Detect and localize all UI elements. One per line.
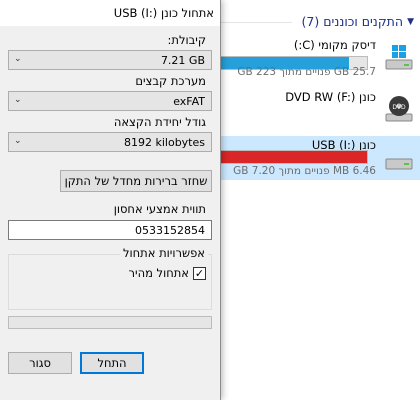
restore-defaults-button[interactable]: שחזר ברירות מחדל של התקן bbox=[60, 170, 212, 192]
volume-label-input-box bbox=[8, 220, 212, 240]
close-button[interactable]: סגור bbox=[8, 352, 72, 374]
explorer-pane: ▼ התקנים וכוננים (7) דיסק מקומי (C:) 25.… bbox=[220, 0, 420, 400]
svg-text:DVD: DVD bbox=[392, 104, 406, 111]
capacity-select[interactable]: 7.21 GB ⌄ bbox=[8, 50, 212, 70]
chevron-down-icon: ⌄ bbox=[14, 54, 22, 64]
section-divider bbox=[220, 22, 292, 23]
drive-item-i[interactable]: כונן USB (I:) 6.46 MB פנויים מתוך 7.20 G… bbox=[220, 136, 420, 180]
drive-item-f[interactable]: DVD כונן DVD RW (F:) bbox=[220, 88, 420, 128]
format-options-group bbox=[8, 254, 212, 310]
filesystem-value: exFAT bbox=[173, 95, 205, 108]
volume-label-label: תווית אמצעי אחסון bbox=[113, 202, 206, 216]
capacity-label: קיבולת: bbox=[167, 33, 206, 47]
section-title: התקנים וכוננים (7) bbox=[301, 14, 404, 29]
allocation-unit-label: גודל יחידת הקצאה bbox=[113, 115, 206, 129]
drive-name: דיסק מקומי (C:) bbox=[293, 38, 376, 52]
format-dialog: אתחול כונן USB (I:) קיבולת: 7.21 GB ⌄ מע… bbox=[0, 0, 221, 400]
dialog-titlebar[interactable]: אתחול כונן USB (I:) bbox=[0, 0, 220, 26]
filesystem-select[interactable]: exFAT ⌄ bbox=[8, 91, 212, 111]
quick-format-option[interactable]: ✓ אתחול מהיר bbox=[129, 266, 206, 280]
volume-label-input[interactable] bbox=[9, 221, 211, 239]
drive-usage-fill bbox=[221, 151, 367, 163]
quick-format-checkbox[interactable]: ✓ bbox=[193, 266, 206, 280]
format-progress-bar bbox=[8, 316, 212, 329]
usb-drive-icon bbox=[384, 142, 414, 172]
allocation-unit-value: 8192 kilobytes bbox=[123, 136, 205, 149]
dialog-title: אתחול כונן USB (I:) bbox=[113, 6, 214, 20]
capacity-value: 7.21 GB bbox=[160, 54, 205, 67]
quick-format-label: אתחול מהיר bbox=[128, 266, 189, 280]
dvd-drive-icon: DVD bbox=[384, 94, 414, 124]
chevron-down-icon: ⌄ bbox=[14, 136, 22, 146]
drive-item-c[interactable]: דיסק מקומי (C:) 25.7 GB פנויים מתוך 223 … bbox=[220, 36, 420, 78]
chevron-down-icon: ▼ bbox=[407, 16, 414, 27]
chevron-down-icon: ⌄ bbox=[14, 95, 22, 105]
start-button[interactable]: התחל bbox=[80, 352, 144, 374]
windows-drive-icon bbox=[384, 42, 414, 72]
filesystem-label: מערכת קבצים bbox=[135, 74, 206, 88]
allocation-unit-select[interactable]: 8192 kilobytes ⌄ bbox=[8, 132, 212, 152]
drive-usage-bar bbox=[220, 150, 368, 164]
drive-free-space: 25.7 GB פנויים מתוך 223 GB bbox=[237, 66, 376, 78]
format-options-label: אפשרויות אתחול bbox=[120, 246, 208, 260]
drive-name: כונן DVD RW (F:) bbox=[285, 90, 376, 104]
drive-free-space: 6.46 MB פנויים מתוך 7.20 GB bbox=[233, 165, 376, 177]
devices-section-header[interactable]: ▼ התקנים וכוננים (7) bbox=[302, 14, 414, 29]
